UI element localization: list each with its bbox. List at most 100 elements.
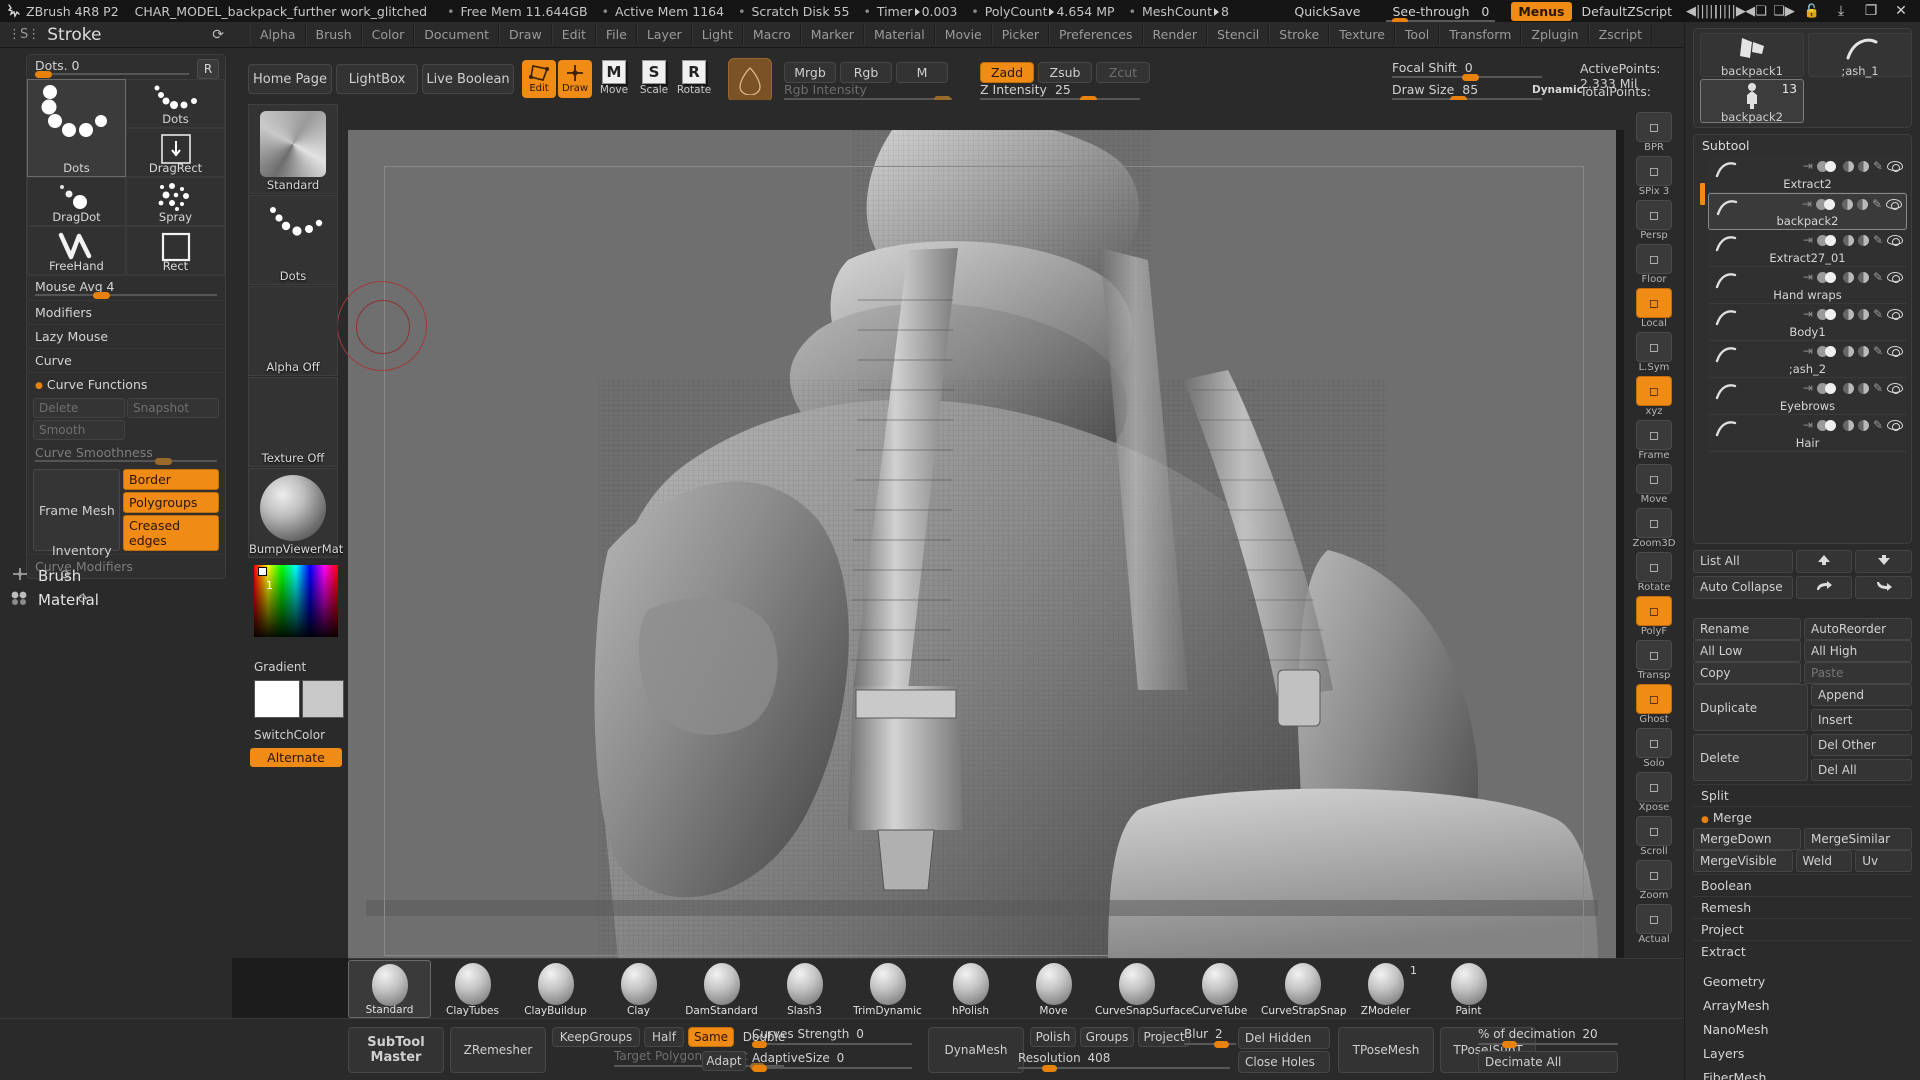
decimate-all-button[interactable]: Decimate All <box>1478 1051 1618 1073</box>
brush-standard[interactable]: Standard <box>348 960 431 1018</box>
brush-curvesnapsurface[interactable]: CurveSnapSurface <box>1095 960 1192 1018</box>
frame-mesh-creased-edges-option[interactable]: Creased edges <box>123 515 219 551</box>
menu-item-picker[interactable]: Picker <box>991 24 1049 45</box>
tposemesh-button[interactable]: TPoseMesh <box>1338 1027 1434 1073</box>
rail-button-solo[interactable]: ◻ Solo <box>1630 728 1678 769</box>
stroke-type-dots-large[interactable]: Dots <box>27 79 126 177</box>
brush-damstandard[interactable]: DamStandard <box>680 960 763 1018</box>
subtool-move-up-button[interactable] <box>1795 550 1853 573</box>
subtool-visibility-toggle-icon[interactable]: ⇥ <box>1803 270 1813 284</box>
del-hidden-button[interactable]: Del Hidden <box>1238 1027 1330 1049</box>
menu-section-fibermesh[interactable]: FiberMesh <box>1703 1070 1766 1080</box>
subtool-item--ash-2[interactable]: ⇥ ✎ ;ash_2 <box>1708 341 1907 378</box>
frame-mesh-polygroups-option[interactable]: Polygroups <box>123 492 219 513</box>
section-curve[interactable]: Curve <box>27 348 225 372</box>
menu-item-stroke[interactable]: Stroke <box>1269 24 1330 45</box>
paste-button[interactable]: Paste <box>1804 662 1912 684</box>
menu-item-zscript[interactable]: Zscript <box>1588 24 1653 45</box>
menu-item-alpha[interactable]: Alpha <box>250 24 306 45</box>
move-mode-button[interactable]: M Move <box>598 60 630 100</box>
subtool-visibility-toggle-icon[interactable]: ⇥ <box>1803 307 1813 321</box>
subtool-transparency-icon[interactable] <box>1857 271 1869 283</box>
menu-section-arraymesh[interactable]: ArrayMesh <box>1703 998 1770 1013</box>
scroll-right-icon[interactable]: |||||▶ <box>1714 4 1746 19</box>
see-through-slider[interactable]: See-through 0 <box>1386 4 1496 24</box>
inventory-item-material[interactable]: Material ⟳ <box>10 590 99 609</box>
brush-move[interactable]: Move <box>1012 960 1095 1018</box>
delete-button[interactable]: Delete <box>1693 734 1808 781</box>
rail-button-transp[interactable]: ◻ Transp <box>1630 640 1678 681</box>
subtool-polypaint-icon[interactable] <box>1816 160 1839 172</box>
all-low-button[interactable]: All Low <box>1693 640 1801 662</box>
mouse-average-slider[interactable]: Mouse Avg 4 <box>27 275 225 300</box>
rail-button-xyz[interactable]: ◻ xyz <box>1630 376 1678 417</box>
project-button[interactable]: Project <box>1138 1027 1190 1047</box>
subtool-item-extract27-01[interactable]: ⇥ ✎ Extract27_01 <box>1708 230 1907 267</box>
uv-button[interactable]: Uv <box>1855 850 1912 872</box>
groups-button[interactable]: Groups <box>1080 1027 1134 1047</box>
decimation-slider[interactable]: % of decimation 20 <box>1478 1027 1618 1048</box>
rail-button-actual[interactable]: ◻ Actual <box>1630 904 1678 945</box>
stroke-type-dots-small[interactable]: Dots <box>126 79 225 128</box>
subtool-eye-icon[interactable] <box>1887 161 1903 172</box>
subtool-brush-icon[interactable]: ✎ <box>1873 418 1883 432</box>
current-brush-preview[interactable]: Standard <box>248 104 338 194</box>
subtool-item-hand-wraps[interactable]: ⇥ ✎ Hand wraps <box>1708 267 1907 304</box>
rail-button-persp[interactable]: ◻ Persp <box>1630 200 1678 241</box>
current-material-swatch[interactable] <box>728 58 772 102</box>
append-button[interactable]: Append <box>1811 684 1912 706</box>
frame-mesh-border-option[interactable]: Border <box>123 469 219 490</box>
switch-color-label[interactable]: SwitchColor <box>254 728 325 742</box>
brush-curvetube[interactable]: CurveTube <box>1178 960 1261 1018</box>
menu-item-layer[interactable]: Layer <box>636 24 692 45</box>
scroll-left-icon[interactable]: ◀||||| <box>1686 4 1718 19</box>
zcut-button[interactable]: Zcut <box>1096 62 1150 83</box>
menu-section-nanomesh[interactable]: NanoMesh <box>1703 1022 1769 1037</box>
next-window-icon[interactable]: ❏▶ <box>1770 4 1798 19</box>
stroke-type-rect[interactable]: Rect <box>126 226 225 275</box>
autoreorder-button[interactable]: AutoReorder <box>1804 618 1912 640</box>
rail-button-scroll[interactable]: ◻ Scroll <box>1630 816 1678 857</box>
zsub-button[interactable]: Zsub <box>1038 62 1092 83</box>
del-all-button[interactable]: Del All <box>1811 759 1912 781</box>
menu-item-material[interactable]: Material <box>863 24 935 45</box>
material-reset-icon[interactable]: ⟳ <box>78 592 89 607</box>
subtool-visibility-toggle-icon[interactable]: ⇥ <box>1803 418 1813 432</box>
subtool-transparency-icon[interactable] <box>1857 308 1869 320</box>
minimize-button[interactable]: ⤓ <box>1826 3 1856 19</box>
subtool-transparency-icon[interactable] <box>1857 419 1869 431</box>
subtool-item-extract2[interactable]: ⇥ ✎ Extract2 <box>1708 156 1907 193</box>
subtool-brush-icon[interactable]: ✎ <box>1873 344 1883 358</box>
keepgroups-button[interactable]: KeepGroups <box>552 1027 640 1047</box>
project-section[interactable]: Project <box>1693 918 1912 940</box>
brush-slash3[interactable]: Slash3 <box>763 960 846 1018</box>
subtool-brush-icon[interactable]: ✎ <box>1873 270 1883 284</box>
current-material-preview[interactable]: BumpViewerMat <box>248 468 343 558</box>
subtool-visibility-toggle-icon[interactable]: ⇥ <box>1803 381 1813 395</box>
subtool-item-backpack2[interactable]: ⇥ ✎ backpack2 <box>1708 193 1907 230</box>
subtool-eye-icon[interactable] <box>1887 235 1903 246</box>
subtool-eye-icon[interactable] <box>1887 383 1903 394</box>
brush-claytubes[interactable]: ClayTubes <box>431 960 514 1018</box>
adapt-button[interactable]: Adapt <box>702 1051 746 1071</box>
decimation-knob[interactable] <box>1502 1041 1517 1048</box>
subtool-transparency-icon[interactable] <box>1857 345 1869 357</box>
mouse-average-knob[interactable] <box>93 292 110 299</box>
menu-item-light[interactable]: Light <box>691 24 743 45</box>
subtool-contrast-icon[interactable] <box>1841 198 1853 210</box>
stroke-spacing-knob[interactable] <box>35 71 52 78</box>
mergedown-button[interactable]: MergeDown <box>1693 828 1801 850</box>
stroke-replay-button[interactable]: R <box>197 59 219 79</box>
current-alpha-preview[interactable]: Alpha Off <box>248 286 338 376</box>
subtool-polypaint-icon[interactable] <box>1816 345 1839 357</box>
subtool-visibility-toggle-icon[interactable]: ⇥ <box>1802 197 1812 211</box>
subtool-item-body1[interactable]: ⇥ ✎ Body1 <box>1708 304 1907 341</box>
subtool-polypaint-icon[interactable] <box>1816 234 1839 246</box>
menu-item-document[interactable]: Document <box>414 24 500 45</box>
subtool-transparency-icon[interactable] <box>1856 198 1868 210</box>
rail-button-move[interactable]: ◻ Move <box>1630 464 1678 505</box>
curve-smoothness-slider[interactable]: Curve Smoothness <box>27 442 225 466</box>
menu-item-draw[interactable]: Draw <box>499 24 552 45</box>
inventory-item-brush[interactable]: Brush ⟳ <box>10 566 81 585</box>
secondary-color-swatch[interactable] <box>302 680 344 718</box>
